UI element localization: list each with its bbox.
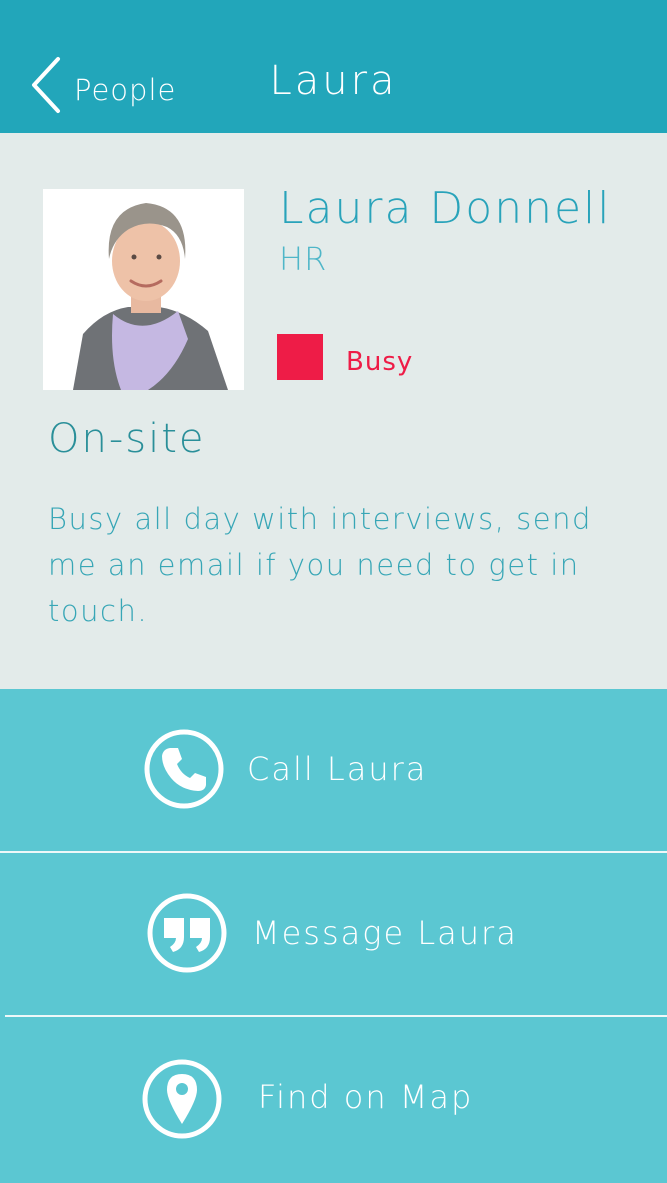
message-button[interactable]: Message Laura (0, 853, 667, 1015)
message-label: Message Laura (252, 914, 518, 952)
call-button[interactable]: Call Laura (0, 689, 667, 851)
page-title: Laura (269, 58, 398, 104)
profile-name: Laura Donnell (279, 183, 612, 234)
find-on-map-label: Find on Map (258, 1078, 474, 1116)
profile-department: HR (279, 240, 328, 278)
app-header: People Laura (0, 0, 667, 133)
action-list: Call Laura Message Laura Find on Map (0, 689, 667, 1183)
status-note: Busy all day with interviews, send me an… (48, 502, 592, 628)
status-label: Busy (346, 347, 414, 377)
call-label: Call Laura (247, 750, 428, 788)
location-heading: On-site (48, 416, 206, 462)
map-pin-icon (141, 1058, 223, 1140)
phone-icon (143, 728, 225, 810)
quote-icon (146, 892, 228, 974)
status-indicator (277, 334, 323, 380)
find-on-map-button[interactable]: Find on Map (0, 1017, 667, 1179)
profile-photo (43, 189, 244, 390)
